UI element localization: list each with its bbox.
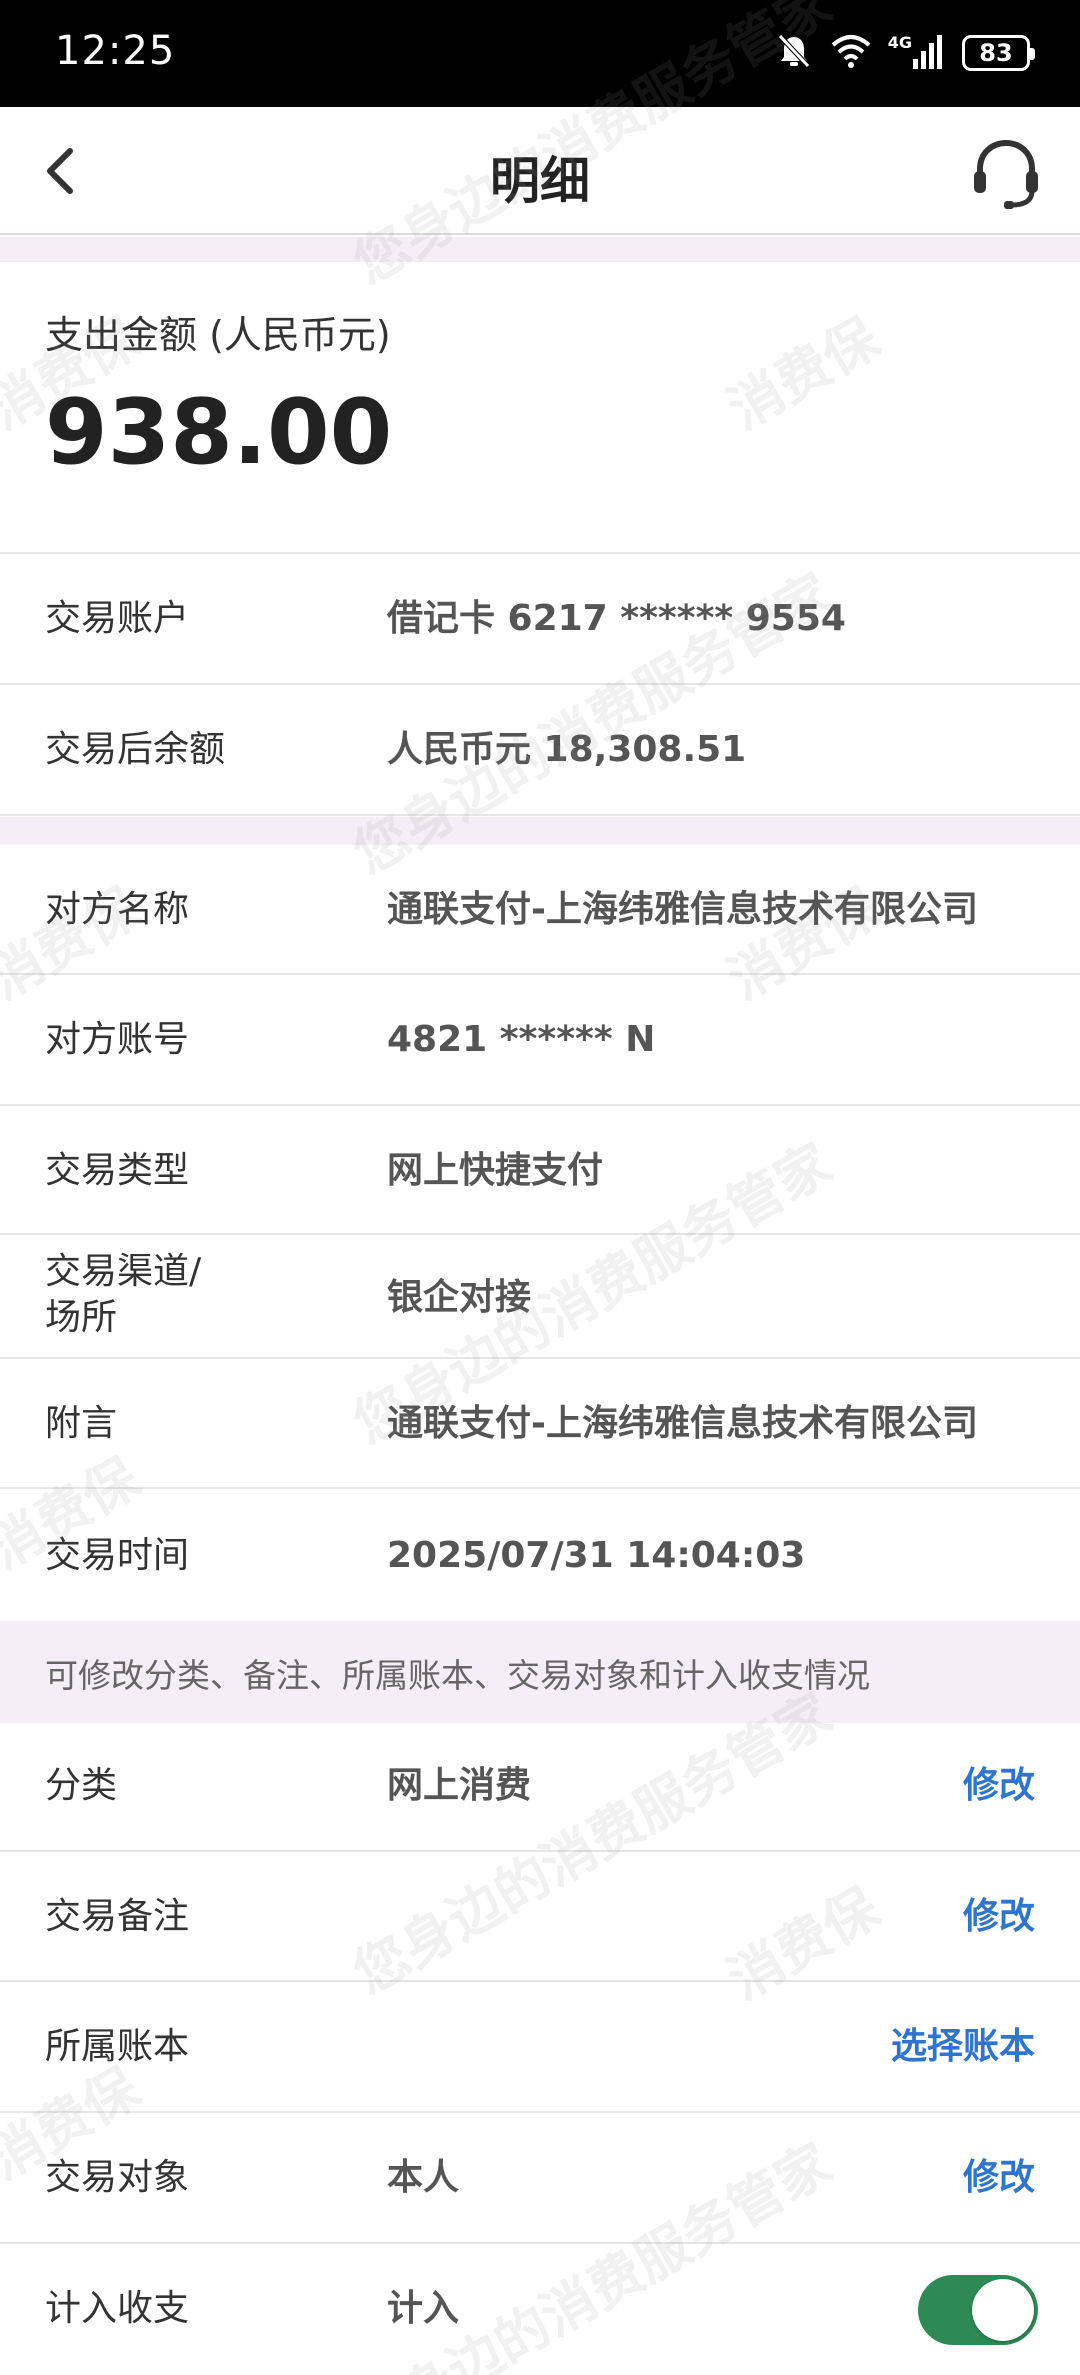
row-value: 本人 xyxy=(387,2157,460,2198)
row-label-line2: 场所 xyxy=(45,1297,118,1338)
row-label: 交易对象 xyxy=(45,2157,190,2198)
transaction-channel-row: 交易渠道/ 场所 银企对接 xyxy=(0,1237,1080,1359)
edit-hint-text: 可修改分类、备注、所属账本、交易对象和计入收支情况 xyxy=(45,1656,870,1695)
select-ledger-button[interactable]: 选择账本 xyxy=(891,2024,1035,2070)
postscript-row: 附言 通联支付-上海纬雅信息技术有限公司 xyxy=(0,1361,1080,1489)
row-label: 所属账本 xyxy=(45,2026,190,2067)
page-title: 明细 xyxy=(490,152,590,210)
row-value: 通联支付-上海纬雅信息技术有限公司 xyxy=(387,1403,978,1444)
row-value: 银企对接 xyxy=(387,1277,532,1318)
row-value: 计入 xyxy=(387,2288,460,2329)
row-value: 2025/07/31 14:04:03 xyxy=(387,1535,806,1576)
include-in-budget-toggle[interactable] xyxy=(918,2275,1038,2345)
row-value: 4821 ****** N xyxy=(387,1019,656,1060)
row-label: 计入收支 xyxy=(45,2288,190,2329)
counterparty-account-row: 对方账号 4821 ****** N xyxy=(0,977,1080,1106)
edit-note-button[interactable]: 修改 xyxy=(963,1894,1035,1940)
row-label: 附言 xyxy=(45,1403,118,1444)
status-time: 12:25 xyxy=(55,28,176,74)
include-in-budget-row: 计入收支 计入 xyxy=(0,2246,1080,2375)
bell-muted-icon xyxy=(774,31,814,75)
row-value: 人民币元 18,308.51 xyxy=(387,729,747,770)
counterparty-object-row[interactable]: 交易对象 本人 修改 xyxy=(0,2115,1080,2244)
nav-header: 明细 xyxy=(0,107,1080,235)
row-label: 交易后余额 xyxy=(45,729,226,770)
row-value: 借记卡 6217 ****** 9554 xyxy=(387,598,846,639)
note-row[interactable]: 交易备注 修改 xyxy=(0,1854,1080,1982)
amount-label: 支出金额 (人民币元) xyxy=(45,313,391,357)
network-type: 4G xyxy=(887,33,912,52)
balance-row: 交易后余额 人民币元 18,308.51 xyxy=(0,687,1080,816)
edit-counterparty-button[interactable]: 修改 xyxy=(963,2155,1035,2201)
section-divider xyxy=(0,237,1080,262)
row-value: 网上消费 xyxy=(387,1765,532,1806)
wifi-icon xyxy=(830,31,872,75)
headset-icon xyxy=(974,139,1038,209)
row-label: 交易类型 xyxy=(45,1150,190,1191)
category-row[interactable]: 分类 网上消费 修改 xyxy=(0,1723,1080,1852)
row-label: 对方账号 xyxy=(45,1019,190,1060)
row-label-line1: 交易渠道/ xyxy=(45,1251,202,1292)
toggle-knob xyxy=(972,2279,1034,2341)
row-label: 交易账户 xyxy=(45,598,190,639)
transaction-time-row: 交易时间 2025/07/31 14:04:03 xyxy=(0,1491,1080,1621)
ledger-row[interactable]: 所属账本 选择账本 xyxy=(0,1984,1080,2113)
row-value: 通联支付-上海纬雅信息技术有限公司 xyxy=(387,889,978,930)
row-label: 分类 xyxy=(45,1765,118,1806)
edit-category-button[interactable]: 修改 xyxy=(963,1763,1035,1809)
amount-card: 支出金额 (人民币元) 938.00 xyxy=(0,262,1080,554)
row-value: 网上快捷支付 xyxy=(387,1150,604,1191)
section-divider xyxy=(0,817,1080,845)
row-label: 交易时间 xyxy=(45,1535,190,1576)
transaction-type-row: 交易类型 网上快捷支付 xyxy=(0,1108,1080,1235)
customer-service-button[interactable] xyxy=(968,135,1044,211)
battery-icon: 83 xyxy=(962,35,1035,71)
row-label: 交易备注 xyxy=(45,1896,190,1937)
signal-icon xyxy=(912,31,946,75)
status-icons: 4G 83 xyxy=(774,28,1035,78)
amount-value: 938.00 xyxy=(45,380,393,485)
battery-level: 83 xyxy=(979,39,1013,67)
row-label: 对方名称 xyxy=(45,889,190,930)
status-bar: 12:25 4G 83 xyxy=(0,0,1080,107)
counterparty-name-row: 对方名称 通联支付-上海纬雅信息技术有限公司 xyxy=(0,845,1080,975)
edit-hint-banner: 可修改分类、备注、所属账本、交易对象和计入收支情况 xyxy=(0,1621,1080,1723)
account-row: 交易账户 借记卡 6217 ****** 9554 xyxy=(0,556,1080,685)
